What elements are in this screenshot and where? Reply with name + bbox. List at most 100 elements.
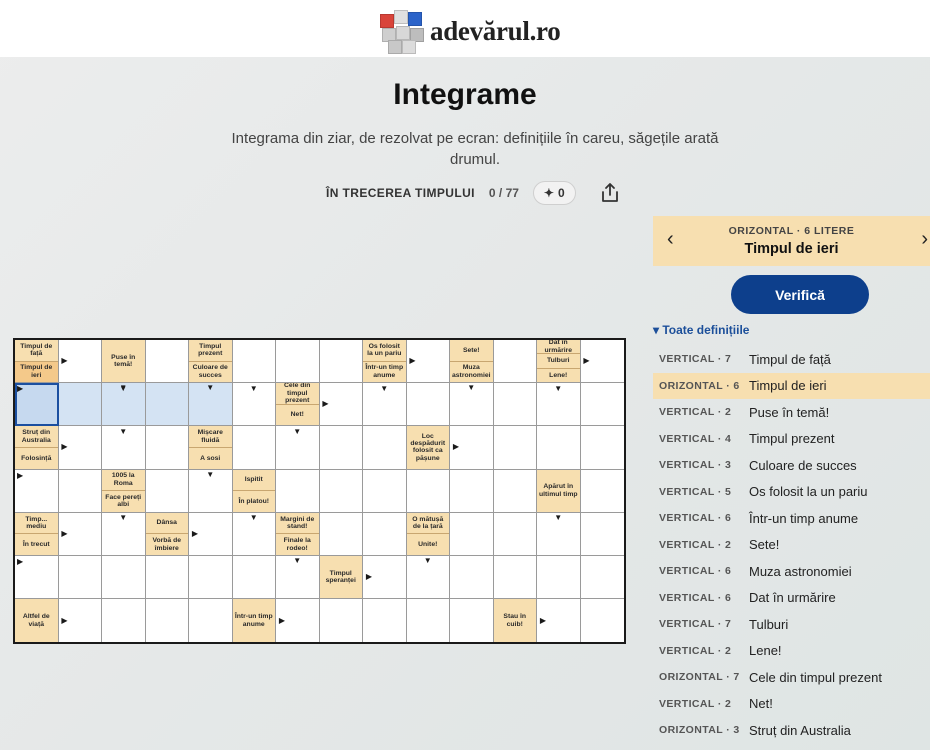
answer-cell[interactable] (145, 599, 189, 643)
definition-item[interactable]: VERTICAL · 2 Sete! (653, 532, 930, 559)
definition-text: Struț din Australia (749, 722, 851, 738)
definition-item[interactable]: VERTICAL · 6 Dat în urmărire (653, 585, 930, 612)
definition-item[interactable]: VERTICAL · 7 Timpul de față (653, 346, 930, 373)
answer-cell[interactable] (363, 512, 407, 556)
clue-text: Struț din Australia (21, 429, 51, 444)
hint-button[interactable]: ✦ 0 (532, 181, 576, 205)
definition-item[interactable]: VERTICAL · 5 Os folosit la un pariu (653, 479, 930, 506)
definition-item[interactable]: VERTICAL · 6 Într-un timp anume (653, 505, 930, 532)
answer-cell[interactable]: ▼ (537, 383, 581, 427)
answer-cell[interactable] (537, 555, 581, 600)
answer-cell[interactable] (406, 383, 450, 427)
answer-cell[interactable] (493, 469, 537, 513)
answer-cell[interactable] (232, 340, 276, 384)
answer-cell[interactable] (102, 555, 146, 600)
answer-cell[interactable] (189, 555, 233, 600)
share-icon[interactable] (600, 182, 620, 204)
answer-cell[interactable] (406, 599, 450, 643)
answer-cell[interactable] (276, 469, 320, 513)
definition-item[interactable]: VERTICAL · 2 Lene! (653, 638, 930, 665)
definition-text: Os folosit la un pariu (749, 484, 868, 500)
clue-text: Culoare de succes (189, 360, 232, 383)
answer-cell[interactable] (319, 512, 363, 556)
answer-cell[interactable] (363, 599, 407, 643)
answer-cell[interactable] (189, 599, 233, 643)
answer-cell[interactable] (406, 469, 450, 513)
answer-cell[interactable] (537, 426, 581, 470)
answer-cell[interactable] (319, 426, 363, 470)
arrow-down-icon: ▼ (380, 384, 389, 394)
answer-cell[interactable] (493, 426, 537, 470)
definition-item[interactable]: VERTICAL · 7 Tulburi (653, 611, 930, 638)
answer-cell[interactable] (319, 599, 363, 643)
answer-cell[interactable] (450, 555, 494, 600)
current-clue-text: Timpul de ieri (744, 241, 839, 257)
clue-text: Finale la rodeo! (276, 533, 319, 555)
definition-text: Cele din timpul prezent (749, 669, 882, 685)
definition-text: Într-un timp anume (749, 510, 859, 526)
page-title: Integrame (393, 78, 537, 111)
answer-cell[interactable] (319, 469, 363, 513)
answer-cell[interactable] (493, 555, 537, 600)
answer-cell[interactable] (580, 512, 624, 556)
answer-cell[interactable] (580, 383, 624, 427)
definition-item[interactable]: VERTICAL · 3 Culoare de succes (653, 452, 930, 479)
answer-cell[interactable] (145, 469, 189, 513)
answer-cell[interactable] (580, 469, 624, 513)
clue-cell: 1005 la Roma Face pereți albi ▼ (102, 469, 146, 521)
answer-cell[interactable] (493, 512, 537, 556)
definition-direction: VERTICAL · 5 (659, 485, 732, 498)
answer-cell[interactable] (145, 383, 189, 427)
definition-direction: VERTICAL · 6 (659, 591, 732, 604)
definition-item[interactable]: ORIZONTAL · 7 Cele din timpul prezent (653, 664, 930, 691)
answer-cell[interactable] (319, 340, 363, 384)
puzzle-meta: ÎN TRECEREA TIMPULUI 0 / 77 ✦ 0 (326, 180, 620, 206)
answer-cell[interactable] (276, 340, 320, 384)
clue-cell: Stau în cuib! ▶ (493, 599, 546, 643)
answer-cell[interactable] (493, 340, 537, 384)
answer-cell[interactable] (145, 555, 189, 600)
answer-cell[interactable] (580, 555, 624, 600)
arrow-right-icon: ▶ (452, 442, 459, 452)
answer-cell[interactable] (450, 469, 494, 513)
definition-text: Timpul de față (749, 351, 831, 367)
answer-cell[interactable]: ▼ (363, 383, 407, 427)
answer-cell[interactable] (58, 555, 102, 600)
definition-item[interactable]: VERTICAL · 6 Muza astronomiei (653, 558, 930, 585)
verify-button[interactable]: Verifică (731, 275, 869, 314)
answer-cell[interactable] (580, 426, 624, 470)
answer-cell[interactable] (232, 426, 276, 470)
answer-cell[interactable] (145, 426, 189, 470)
answer-cell[interactable] (363, 426, 407, 470)
clue-cell: Timp... mediu În trecut ▶ (15, 512, 68, 556)
answer-cell[interactable] (450, 512, 494, 556)
answer-cell[interactable]: ▶ (15, 469, 59, 513)
definition-item[interactable]: ORIZONTAL · 3 Struț din Australia (653, 717, 930, 744)
answer-cell[interactable]: ▼ (102, 426, 146, 470)
definition-text: Lene! (749, 643, 782, 659)
definition-item[interactable]: VERTICAL · 2 Puse în temă! (653, 399, 930, 426)
current-clue-direction: ORIZONTAL · 6 LITERE (728, 225, 855, 237)
clue-cell: Mișcare fluidă A sosi ▼ (189, 426, 233, 478)
site-logo[interactable]: adevărul.ro (378, 8, 561, 54)
answer-cell[interactable]: ▼ (276, 426, 320, 470)
answer-cell[interactable] (102, 599, 146, 643)
all-definitions-toggle[interactable]: ▾ Toate definițiile (653, 323, 749, 337)
answer-cell[interactable] (363, 469, 407, 513)
answer-cell[interactable] (58, 469, 102, 513)
answer-cell[interactable] (493, 383, 537, 427)
answer-cell[interactable] (145, 340, 189, 384)
answer-cell[interactable] (232, 555, 276, 600)
answer-cell[interactable] (450, 599, 494, 643)
answer-cell[interactable] (580, 599, 624, 643)
clue-text: Folosință (15, 446, 58, 469)
definition-item[interactable]: VERTICAL · 4 Timpul prezent (653, 426, 930, 453)
definition-item[interactable]: ORIZONTAL · 6 Timpul de ieri (653, 372, 930, 399)
answer-cell[interactable]: ▶ (15, 383, 59, 427)
definition-text: Tulburi (749, 616, 789, 632)
definition-item[interactable]: VERTICAL · 2 Net! (653, 691, 930, 718)
answer-cell[interactable]: ▶ (15, 555, 59, 600)
answer-cell[interactable]: ▼ (232, 383, 276, 427)
arrow-down-icon: ▼ (423, 555, 432, 565)
answer-cell[interactable] (58, 383, 102, 427)
